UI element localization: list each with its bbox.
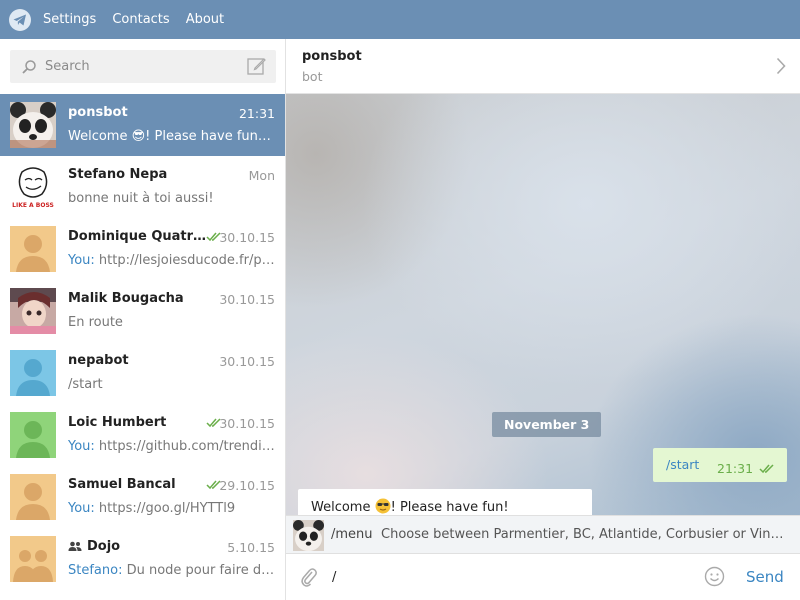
snippet-text: http://lesjoiesducode.fr/po... (94, 253, 276, 268)
telegram-logo-icon[interactable] (9, 8, 31, 31)
dialog-name: Stefano Nepa (68, 167, 168, 182)
dialog-name-text: Dojo (87, 539, 121, 554)
snippet-text: Du node pour faire des ... (122, 563, 276, 578)
message-history[interactable]: November 3 /start 21:31 Welcome ! Please… (286, 94, 800, 515)
message-text[interactable]: /start (666, 457, 699, 472)
dialog-item-dojo[interactable]: Dojo 5.10.15 Stefano: Du node pour faire… (0, 528, 285, 590)
group-icon (68, 541, 82, 551)
command-name: /menu (331, 527, 373, 542)
sender-label: Stefano: (68, 563, 123, 578)
dialog-item-loic-humbert[interactable]: Loic Humbert 30.10.15 You: https://githu… (0, 404, 285, 466)
dialog-time: 30.10.15 (219, 230, 275, 245)
dialog-name: Dojo (68, 539, 120, 554)
chevron-right-icon[interactable] (776, 57, 786, 75)
dialog-snippet: bonne nuit à toi aussi! (68, 191, 214, 206)
about-link[interactable]: About (186, 12, 224, 27)
outgoing-message[interactable]: /start 21:31 (653, 448, 787, 482)
dialog-snippet: You: https://github.com/trending (68, 439, 276, 454)
message-input[interactable] (332, 565, 662, 589)
search-box[interactable] (10, 50, 276, 83)
svg-text:LIKE A BOSS: LIKE A BOSS (12, 202, 54, 209)
dialog-list: ponsbot 21:31 Welcome 😎! Please have fun… (0, 94, 285, 590)
peer-name[interactable]: ponsbot (302, 49, 362, 64)
avatar (10, 288, 56, 334)
dialog-name: ponsbot (68, 105, 128, 120)
sender-label: You: (68, 439, 95, 454)
smiley-icon[interactable] (704, 566, 725, 587)
avatar (10, 412, 56, 458)
avatar (10, 474, 56, 520)
read-ticks-icon (759, 464, 774, 474)
bot-avatar (293, 520, 324, 551)
message-text-before: Welcome (311, 500, 375, 515)
dialog-time: 29.10.15 (219, 478, 275, 493)
dialog-name: Dominique Quatra... (68, 229, 208, 244)
top-bar: Settings Contacts About (0, 0, 800, 39)
message-text: Welcome ! Please have fun! (311, 498, 509, 515)
avatar (10, 102, 56, 148)
avatar (10, 226, 56, 272)
dialog-snippet: You: https://goo.gl/HYTTl9 (68, 501, 276, 516)
sunglasses-emoji-icon (375, 498, 391, 514)
dialog-name: Loic Humbert (68, 415, 167, 430)
dialog-time: 30.10.15 (219, 292, 275, 307)
dialog-snippet: Welcome 😎! Please have fun! A... (68, 129, 276, 144)
dialog-time: Mon (248, 168, 275, 183)
dialog-item-malik-bougacha[interactable]: Malik Bougacha 30.10.15 En route (0, 280, 285, 342)
dialog-item-ponsbot[interactable]: ponsbot 21:31 Welcome 😎! Please have fun… (0, 94, 285, 156)
peer-status: bot (302, 69, 323, 84)
dialog-snippet: You: http://lesjoiesducode.fr/po... (68, 253, 276, 268)
dialog-snippet: Stefano: Du node pour faire des ... (68, 563, 276, 578)
dialog-snippet: En route (68, 315, 123, 330)
message-composer: Send (286, 554, 800, 600)
date-separator: November 3 (492, 412, 602, 437)
dialog-snippet: /start (68, 377, 103, 392)
snippet-text: https://goo.gl/HYTTl9 (94, 501, 236, 516)
settings-link[interactable]: Settings (43, 12, 96, 27)
snippet-text: https://github.com/trending (94, 439, 276, 454)
search-input[interactable] (45, 59, 235, 74)
message-time: 21:31 (717, 461, 754, 476)
avatar (10, 536, 56, 582)
sender-label: You: (68, 501, 95, 516)
sender-label: You: (68, 253, 95, 268)
contacts-link[interactable]: Contacts (112, 12, 169, 27)
paperclip-icon[interactable] (300, 566, 318, 588)
dialog-time: 30.10.15 (219, 416, 275, 431)
dialog-time: 30.10.15 (219, 354, 275, 369)
dialog-name: nepabot (68, 353, 129, 368)
dialog-name: Malik Bougacha (68, 291, 184, 306)
search-icon (22, 59, 36, 74)
dialog-item-stefano-nepa[interactable]: LIKE A BOSS Stefano Nepa Mon bonne nuit … (0, 156, 285, 218)
message-text-after: ! Please have fun! (390, 500, 509, 515)
chat-header[interactable]: ponsbot bot (286, 39, 800, 94)
dialog-item-dominique[interactable]: Dominique Quatra... 30.10.15 You: http:/… (0, 218, 285, 280)
dialog-name: Samuel Bancal (68, 477, 176, 492)
dialog-time: 5.10.15 (227, 540, 275, 555)
command-description: Choose between Parmentier, BC, Atlantide… (381, 527, 787, 542)
avatar (10, 350, 56, 396)
dialog-item-samuel-bancal[interactable]: Samuel Bancal 29.10.15 You: https://goo.… (0, 466, 285, 528)
send-button[interactable]: Send (746, 568, 784, 586)
dialogs-panel: ponsbot 21:31 Welcome 😎! Please have fun… (0, 39, 286, 600)
dialog-time: 21:31 (238, 106, 275, 121)
bot-command-suggestion[interactable]: /menu Choose between Parmentier, BC, Atl… (286, 515, 800, 554)
avatar: LIKE A BOSS (10, 164, 56, 210)
dialog-item-nepabot[interactable]: nepabot 30.10.15 /start (0, 342, 285, 404)
incoming-message[interactable]: Welcome ! Please have fun! (298, 489, 592, 515)
new-message-icon[interactable] (247, 57, 266, 76)
